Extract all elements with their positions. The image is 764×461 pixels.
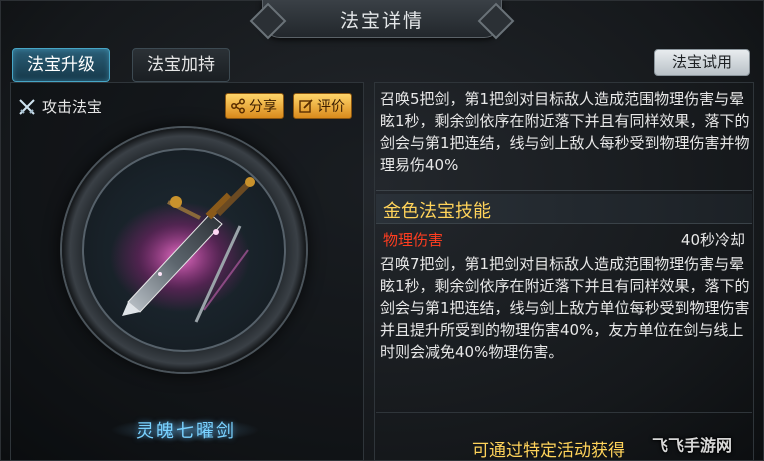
title-plate: 法宝详情 — [262, 0, 502, 38]
obtain-hint: 可通过特定活动获得 — [472, 441, 625, 461]
tab-blessing[interactable]: 法宝加持 — [132, 48, 230, 82]
skill-name: 物理伤害 — [383, 231, 444, 249]
tab-upgrade[interactable]: 法宝升级 — [12, 48, 110, 82]
gold-skill-title: 金色法宝技能 — [383, 201, 491, 222]
artifact-name: 灵魄七曜剑 — [136, 421, 236, 442]
sword-artifact-image — [110, 177, 255, 323]
share-button[interactable]: 分享 — [225, 93, 284, 119]
skill-cooldown: 40秒冷却 — [680, 231, 745, 249]
artifact-type: 攻击法宝 — [18, 96, 102, 117]
share-label: 分享 — [249, 99, 277, 115]
gold-skill-description: 召唤7把剑，第1把剑对目标敌人造成范围物理伤害与晕眩1秒，剩余剑依序在附近落下并… — [380, 255, 750, 361]
divider — [376, 412, 752, 413]
artifact-type-label: 攻击法宝 — [42, 98, 103, 116]
divider — [376, 190, 752, 191]
skill-row: 物理伤害 40秒冷却 — [383, 229, 745, 251]
watermark: 飞飞手游网 — [652, 436, 733, 455]
edit-icon — [299, 99, 313, 113]
artifact-description: 召唤5把剑，第1把剑对目标敌人造成范围物理伤害与晕眩1秒，剩余剑依序在附近落下并… — [380, 90, 750, 174]
review-button[interactable]: 评价 — [293, 93, 352, 119]
share-icon — [231, 98, 245, 114]
try-artifact-button[interactable]: 法宝试用 — [654, 49, 750, 76]
review-label: 评价 — [317, 99, 345, 115]
page-title: 法宝详情 — [339, 10, 424, 32]
crossed-swords-icon — [19, 98, 35, 115]
